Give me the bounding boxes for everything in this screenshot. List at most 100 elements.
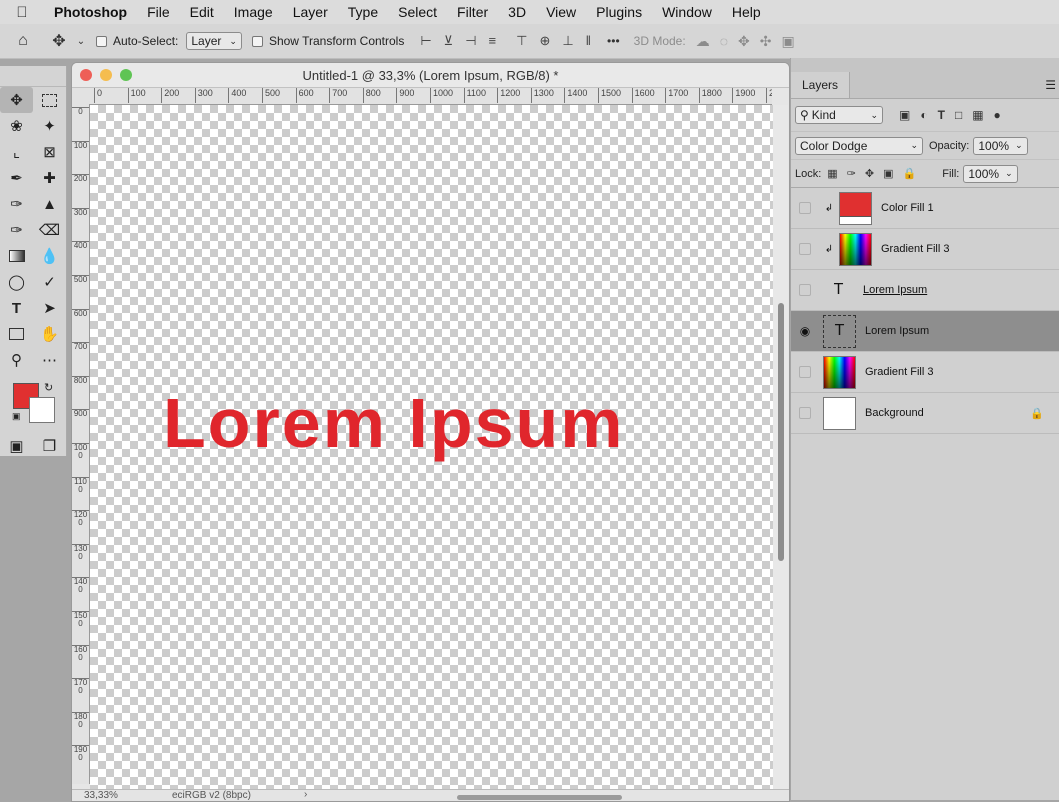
layer-row[interactable]: ↲ Gradient Fill 3 (791, 229, 1059, 270)
magic-wand-icon[interactable]: ✦ (33, 113, 66, 139)
close-window-button[interactable] (80, 69, 92, 81)
checkbox-icon[interactable] (251, 35, 263, 47)
menu-edit[interactable]: Edit (180, 4, 224, 20)
horizontal-ruler[interactable]: 0 100 200 300 400 500 600 700 800 900 1000 1100 1200… (89, 88, 772, 105)
eyedropper-icon[interactable]: ✒ (0, 165, 33, 191)
fill-input[interactable]: 100% ⌄ (963, 164, 1018, 183)
document-titlebar[interactable]: Untitled-1 @ 33,3% (Lorem Ipsum, RGB/8) … (72, 63, 789, 88)
menu-select[interactable]: Select (388, 4, 447, 20)
menu-window[interactable]: Window (652, 4, 722, 20)
more-options-button[interactable]: ••• (607, 34, 620, 48)
menu-help[interactable]: Help (722, 4, 771, 20)
frame-tool-icon[interactable]: ⊠ (33, 139, 66, 165)
home-icon[interactable]: ⌂ (0, 32, 46, 50)
dodge-tool-icon[interactable]: ◯ (0, 269, 33, 295)
lasso-tool-icon[interactable]: ❀ (0, 113, 33, 139)
distribute-icon[interactable]: ≡ (489, 33, 497, 49)
history-brush-icon[interactable]: ✑ (0, 217, 33, 243)
layer-row[interactable]: ◉ T Lorem Ipsum (791, 311, 1059, 352)
menu-filter[interactable]: Filter (447, 4, 498, 20)
minimize-window-button[interactable] (100, 69, 112, 81)
menu-3d[interactable]: 3D (498, 4, 536, 20)
quick-mask-icon[interactable]: ▣ (0, 433, 33, 459)
roll-3d-icon[interactable]: ◌ (720, 33, 728, 50)
move-tool-icon[interactable]: ✥ (46, 31, 72, 51)
tools-grip[interactable] (0, 66, 66, 87)
zoom-tool-icon[interactable]: ⚲ (0, 347, 33, 373)
blur-tool-icon[interactable]: 💧 (33, 243, 66, 269)
menu-type[interactable]: Type (338, 4, 388, 20)
menu-plugins[interactable]: Plugins (586, 4, 652, 20)
canvas-text-lorem-ipsum[interactable]: Lorem Ipsum (163, 383, 625, 463)
layer-row[interactable]: Background 🔒 (791, 393, 1059, 434)
visibility-toggle[interactable] (791, 243, 819, 255)
menu-image[interactable]: Image (224, 4, 283, 20)
zoom-level[interactable]: 33,33% (84, 790, 118, 801)
layer-row[interactable]: Gradient Fill 3 (791, 352, 1059, 393)
menu-layer[interactable]: Layer (283, 4, 338, 20)
menu-photoshop[interactable]: Photoshop (44, 4, 137, 20)
more-tools-icon[interactable]: ⋯ (33, 347, 66, 373)
canvas[interactable]: Lorem Ipsum (90, 105, 773, 789)
menu-view[interactable]: View (536, 4, 586, 20)
crop-tool-icon[interactable]: ⌞ (0, 139, 33, 165)
lock-position-icon[interactable]: ✥ (865, 167, 874, 180)
smart-object-filter-icon[interactable]: ▦ (972, 108, 983, 122)
visibility-toggle[interactable] (791, 407, 819, 419)
healing-brush-icon[interactable]: ✚ (33, 165, 66, 191)
vertical-scrollbar[interactable] (773, 105, 788, 789)
image-filter-icon[interactable]: ▣ (899, 108, 910, 122)
rectangle-tool-icon[interactable] (0, 321, 33, 347)
distribute-vertical-icon[interactable]: ‖ (586, 33, 591, 49)
visibility-toggle[interactable] (791, 202, 819, 214)
lock-artboard-icon[interactable]: ▣ (883, 167, 893, 180)
checkbox-icon[interactable] (96, 35, 107, 47)
hand-tool-icon[interactable]: ✋ (33, 321, 66, 347)
vertical-ruler[interactable]: 0 100 200 300 400 500 600 700 800 900 1000 1100 1200… (72, 104, 90, 784)
lock-pixels-icon[interactable]: ✑ (847, 167, 856, 180)
slide-3d-icon[interactable]: ✣ (760, 33, 772, 50)
orbit-3d-icon[interactable]: ☁ (696, 33, 710, 50)
blend-mode-dropdown[interactable]: Color Dodge ⌄ (795, 136, 923, 155)
type-filter-icon[interactable]: T (938, 108, 945, 122)
chevron-down-icon[interactable]: ⌄ (72, 36, 90, 47)
screen-mode-icon[interactable]: ❐ (33, 433, 66, 459)
menu-file[interactable]: File (137, 4, 180, 20)
align-middle-icon[interactable]: ⊕ (539, 33, 550, 49)
auto-select-dropdown[interactable]: Layer ⌄ (186, 32, 242, 50)
shape-filter-icon[interactable]: □ (955, 108, 962, 122)
vertical-scroll-thumb[interactable] (778, 303, 784, 561)
align-center-icon[interactable]: ⊻ (444, 33, 454, 49)
path-select-icon[interactable]: ➤ (33, 295, 66, 321)
visibility-toggle[interactable]: ◉ (791, 324, 819, 338)
lock-all-icon[interactable]: 🔒 (903, 167, 917, 180)
align-top-icon[interactable]: ⊤ (516, 33, 527, 49)
apple-icon[interactable]:  (0, 4, 44, 21)
layer-row[interactable]: T Lorem Ipsum (791, 270, 1059, 311)
auto-select-checkbox[interactable]: Auto-Select: (96, 34, 178, 48)
ruler-corner[interactable] (72, 88, 90, 105)
camera-3d-icon[interactable]: ▣ (781, 33, 794, 50)
opacity-input[interactable]: 100% ⌄ (973, 136, 1028, 155)
tab-layers[interactable]: Layers (791, 72, 850, 98)
marquee-tool-icon[interactable] (33, 87, 66, 113)
swap-colors-icon[interactable]: ↻ (44, 381, 53, 394)
gradient-tool-icon[interactable] (0, 243, 33, 269)
default-colors-icon[interactable]: ▣ (12, 411, 21, 422)
status-menu-icon[interactable]: › (304, 789, 307, 800)
horizontal-scroll-thumb[interactable] (457, 795, 622, 800)
move-tool-icon[interactable]: ✥ (0, 87, 33, 113)
pen-tool-icon[interactable]: ✓ (33, 269, 66, 295)
drag-3d-icon[interactable]: ✥ (738, 33, 750, 50)
visibility-toggle[interactable] (791, 366, 819, 378)
align-left-icon[interactable]: ⊢ (420, 33, 431, 49)
align-bottom-icon[interactable]: ⊥ (562, 33, 573, 49)
filter-toggle-icon[interactable]: ● (994, 108, 1001, 122)
panel-menu-icon[interactable]: ☰ (1045, 78, 1056, 92)
show-transform-checkbox[interactable]: Show Transform Controls (251, 34, 404, 48)
lock-transparency-icon[interactable]: ▦ (827, 167, 837, 180)
clone-stamp-icon[interactable]: ▲ (33, 191, 66, 217)
lock-icon[interactable]: 🔒 (1030, 407, 1044, 420)
adjustment-filter-icon[interactable]: ◐ (920, 108, 927, 122)
brush-tool-icon[interactable]: ✑ (0, 191, 33, 217)
